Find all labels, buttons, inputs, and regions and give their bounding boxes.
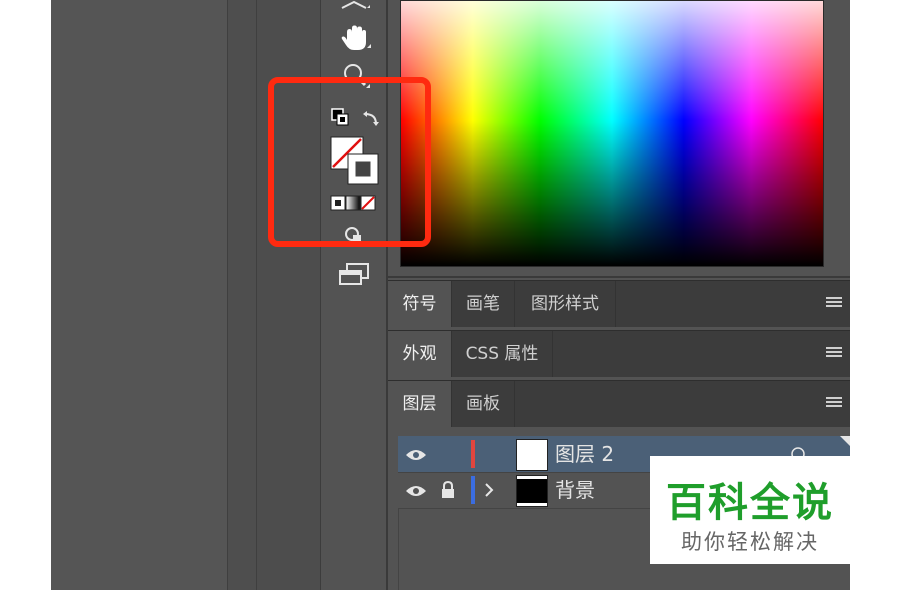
tab-artboards[interactable]: 画板	[452, 381, 515, 427]
hand-tool-icon[interactable]	[340, 24, 372, 58]
layer-thumbnail	[516, 475, 548, 507]
visibility-eye-icon[interactable]	[405, 483, 427, 502]
tab-brushes[interactable]: 画笔	[452, 281, 515, 327]
visibility-eye-icon[interactable]	[405, 447, 427, 466]
tab-appearance[interactable]: 外观	[388, 331, 452, 377]
panel-group-layers: 图层 画板	[388, 380, 850, 427]
watermark-subtitle: 助你轻松解决	[681, 530, 819, 554]
layer-name[interactable]: 图层 2	[555, 436, 614, 472]
tab-symbols[interactable]: 符号	[388, 281, 452, 327]
pen-tool-icon[interactable]	[340, 0, 370, 18]
artboard-canvas[interactable]	[51, 0, 227, 590]
panel-menu-icon[interactable]	[826, 397, 842, 409]
panel-group-appearance: 外观 CSS 属性	[388, 330, 850, 377]
layer-color-strip	[471, 440, 475, 468]
watermark-title: 百科全说	[666, 480, 834, 526]
screen-mode-icon[interactable]	[338, 262, 370, 290]
expand-chevron-icon[interactable]	[484, 482, 494, 502]
layer-name[interactable]: 背景	[555, 472, 595, 508]
tab-css-properties[interactable]: CSS 属性	[452, 331, 553, 377]
color-spectrum[interactable]	[400, 0, 824, 267]
lock-icon[interactable]	[441, 480, 455, 503]
panel-group-symbols: 符号 画笔 图形样式	[388, 280, 850, 327]
watermark: 百科全说 助你轻松解决	[650, 456, 850, 564]
tab-layers[interactable]: 图层	[388, 381, 452, 427]
dock-column	[227, 0, 257, 590]
selection-corner-icon	[840, 436, 850, 446]
color-panel	[388, 0, 850, 278]
tab-graphic-styles[interactable]: 图形样式	[515, 281, 616, 327]
layer-color-strip	[471, 476, 475, 504]
panel-menu-icon[interactable]	[826, 297, 842, 309]
panel-menu-icon[interactable]	[826, 347, 842, 359]
layer-thumbnail	[516, 439, 548, 471]
highlight-box	[268, 77, 431, 247]
